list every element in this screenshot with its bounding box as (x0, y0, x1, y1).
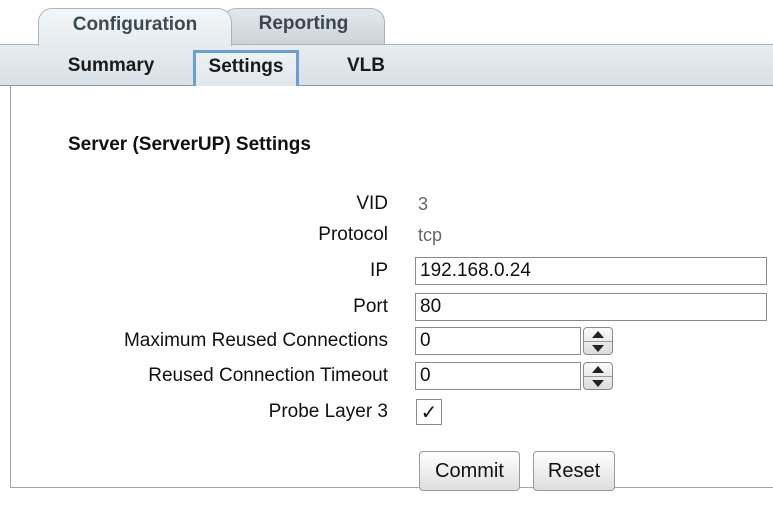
max-reused-input[interactable] (415, 327, 581, 355)
checkmark-icon: ✓ (420, 401, 438, 424)
probe-layer3-label: Probe Layer 3 (268, 401, 388, 422)
arrow-down-icon (592, 345, 604, 352)
reused-timeout-increment-button[interactable] (584, 363, 612, 377)
probe-layer3-checkbox[interactable]: ✓ (416, 399, 442, 425)
reused-timeout-spin-buttons (583, 362, 613, 390)
row-vid: VID 3 (0, 189, 773, 219)
port-input[interactable] (415, 293, 767, 321)
row-max-reused: Maximum Reused Connections (0, 326, 773, 356)
ip-label: IP (370, 260, 388, 281)
tab-configuration[interactable]: Configuration (38, 8, 232, 46)
ip-input[interactable] (415, 257, 767, 285)
max-reused-decrement-button[interactable] (584, 342, 612, 355)
arrow-down-icon (592, 380, 604, 387)
arrow-up-icon (592, 331, 604, 338)
row-port: Port (0, 292, 773, 322)
commit-button[interactable]: Commit (419, 451, 520, 491)
port-label: Port (353, 296, 388, 317)
max-reused-spin-buttons (583, 327, 613, 355)
reset-button[interactable]: Reset (533, 451, 615, 491)
tab-reporting[interactable]: Reporting (222, 8, 385, 44)
sub-tab-bar: Summary Settings VLB (0, 44, 773, 86)
row-reused-timeout: Reused Connection Timeout (0, 361, 773, 391)
subtab-summary[interactable]: Summary (56, 51, 166, 81)
reused-timeout-decrement-button[interactable] (584, 377, 612, 390)
section-title: Server (ServerUP) Settings (68, 134, 311, 155)
protocol-value: tcp (418, 224, 443, 245)
subtab-settings-label: Settings (208, 55, 284, 77)
reused-timeout-input[interactable] (415, 362, 581, 390)
tab-configuration-label: Configuration (72, 13, 198, 35)
row-ip: IP (0, 256, 773, 286)
max-reused-label: Maximum Reused Connections (123, 330, 388, 351)
reused-timeout-label: Reused Connection Timeout (148, 365, 388, 386)
row-protocol: Protocol tcp (0, 220, 773, 250)
tab-reporting-label: Reporting (258, 12, 349, 34)
reused-timeout-stepper (415, 362, 615, 390)
max-reused-stepper (415, 327, 615, 355)
subtab-vlb[interactable]: VLB (336, 51, 396, 81)
subtab-settings[interactable]: Settings (193, 50, 299, 86)
row-probe-layer3: Probe Layer 3 ✓ (0, 397, 773, 427)
max-reused-increment-button[interactable] (584, 328, 612, 342)
protocol-label: Protocol (318, 224, 388, 245)
vid-value: 3 (418, 193, 429, 214)
subtab-summary-label: Summary (67, 55, 155, 76)
subtab-vlb-label: VLB (347, 55, 385, 76)
vid-label: VID (356, 193, 388, 214)
arrow-up-icon (592, 366, 604, 373)
top-tab-strip: Reporting Configuration (0, 0, 773, 46)
